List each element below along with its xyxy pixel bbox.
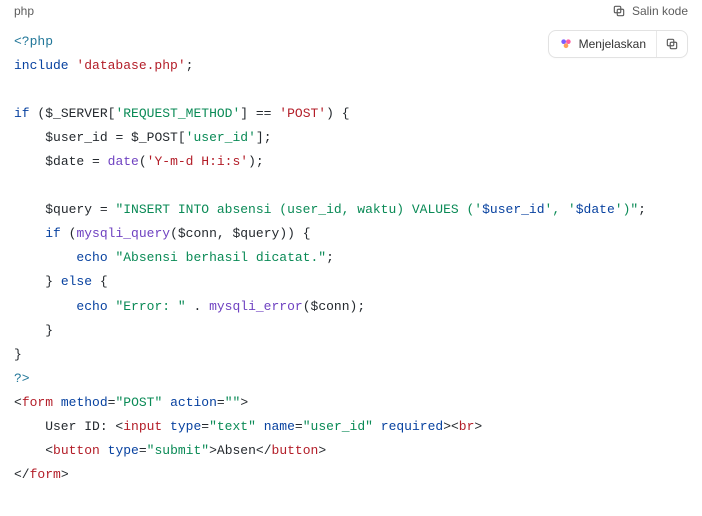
code-token: "text" [209, 419, 256, 434]
code-token: Absen [217, 443, 256, 458]
code-token: 'REQUEST_METHOD' [115, 106, 240, 121]
code-token: method [61, 395, 108, 410]
code-token: $query [45, 202, 92, 217]
code-token: <?php [14, 34, 53, 49]
code-token: mysqli_query [76, 226, 170, 241]
code-block-header: php Salin kode [0, 0, 702, 20]
code-token: button [53, 443, 100, 458]
code-token: form [22, 395, 53, 410]
code-token: $_POST [131, 130, 178, 145]
code-token: "Error: " [115, 299, 185, 314]
sparkle-icon [559, 37, 573, 51]
code-token: $date [45, 154, 84, 169]
code-token: $conn [178, 226, 217, 241]
code-token: required [381, 419, 443, 434]
copy-icon [665, 37, 679, 51]
code-token: br [459, 419, 475, 434]
code-token: include [14, 58, 69, 73]
code-token: $date [576, 202, 615, 217]
explain-button[interactable]: Menjelaskan [549, 31, 656, 57]
explain-copy-button[interactable] [656, 31, 687, 57]
explain-label: Menjelaskan [579, 37, 646, 51]
code-token: button [272, 443, 319, 458]
code-token: date [108, 154, 139, 169]
code-token: "submit" [147, 443, 209, 458]
code-token: "" [225, 395, 241, 410]
code-token: 'user_id' [186, 130, 256, 145]
code-token: if [14, 106, 30, 121]
code-token: ')" [615, 202, 638, 217]
code-token: type [108, 443, 139, 458]
code-token: echo [76, 250, 107, 265]
explain-floating-panel: Menjelaskan [548, 30, 688, 58]
code-content: <?php include 'database.php'; if ($_SERV… [0, 20, 702, 501]
code-token: 'POST' [279, 106, 326, 121]
code-token: mysqli_error [209, 299, 303, 314]
copy-code-label: Salin kode [632, 4, 688, 18]
code-token: input [123, 419, 162, 434]
code-token: $user_id [482, 202, 544, 217]
code-token: ?> [14, 371, 30, 386]
code-token: $_SERVER [45, 106, 107, 121]
code-token: 'Y-m-d H:i:s' [147, 154, 248, 169]
code-token: echo [76, 299, 107, 314]
code-token: 'database.php' [76, 58, 185, 73]
code-token: $conn [311, 299, 350, 314]
code-token: type [170, 419, 201, 434]
language-label: php [14, 4, 34, 18]
code-token: if [45, 226, 61, 241]
code-token: $user_id [45, 130, 107, 145]
code-token: form [30, 467, 61, 482]
copy-icon [612, 4, 626, 18]
code-token: name [264, 419, 295, 434]
code-token: "Absensi berhasil dicatat." [115, 250, 326, 265]
code-token: else [61, 274, 92, 289]
code-token: $query [233, 226, 280, 241]
code-token: "INSERT INTO absensi (user_id, waktu) VA… [115, 202, 482, 217]
code-token: "user_id" [303, 419, 373, 434]
copy-code-button[interactable]: Salin kode [612, 4, 688, 18]
code-token: action [170, 395, 217, 410]
code-token: "POST" [115, 395, 162, 410]
code-token: ', ' [545, 202, 576, 217]
